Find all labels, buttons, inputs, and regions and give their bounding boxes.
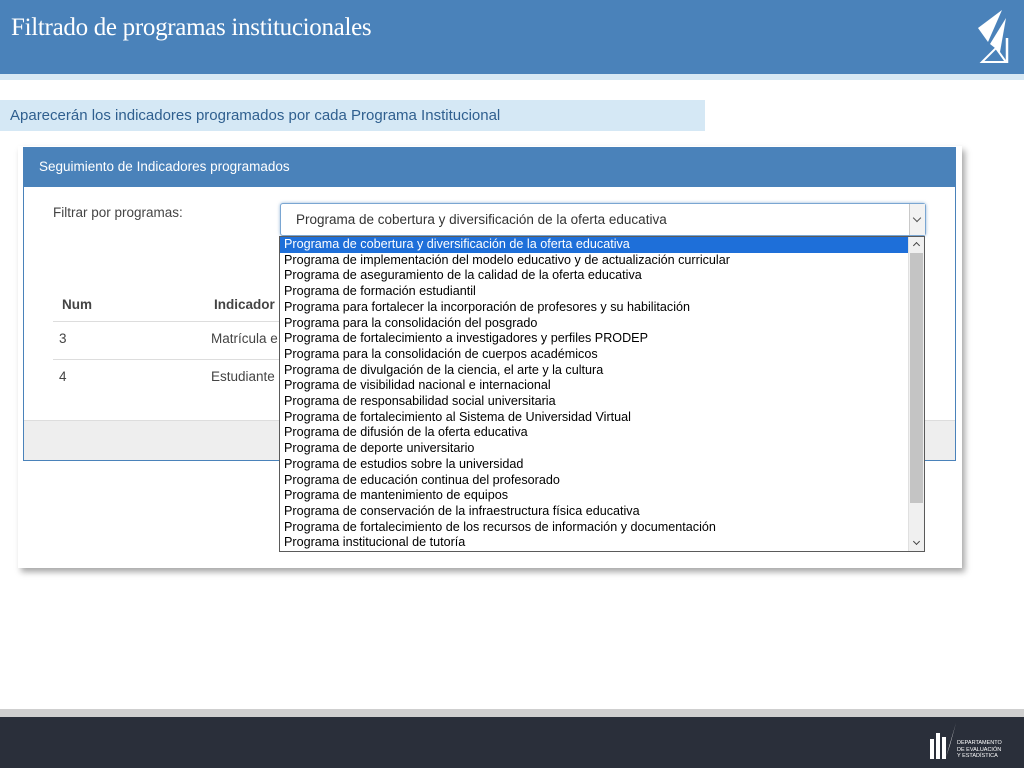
header-stripe — [0, 74, 1024, 80]
program-dropdown-list[interactable]: Programa de cobertura y diversificación … — [279, 236, 925, 552]
table-cell-num: 4 — [59, 369, 67, 384]
program-select-value: Programa de cobertura y diversificación … — [296, 212, 667, 227]
dropdown-option[interactable]: Programa para fortalecer la incorporació… — [280, 300, 908, 316]
slide-header: Filtrado de programas institucionales — [0, 0, 1024, 74]
department-name: DEPARTAMENTO DE EVALUACIÓN Y ESTADÍSTICA — [957, 740, 1002, 759]
slide-footer — [0, 717, 1024, 768]
dropdown-option[interactable]: Programa de aseguramiento de la calidad … — [280, 268, 908, 284]
table-cell-num: 3 — [59, 331, 67, 346]
panel-header: Seguimiento de Indicadores programados — [24, 148, 955, 187]
column-header-num: Num — [62, 297, 92, 312]
filter-label: Filtrar por programas: — [53, 205, 183, 220]
dropdown-option[interactable]: Programa de deporte universitario — [280, 441, 908, 457]
panel-title: Seguimiento de Indicadores programados — [39, 159, 290, 174]
table-cell-indicador: Matrícula e — [211, 331, 278, 346]
dropdown-option[interactable]: Programa de cobertura y diversificación … — [280, 237, 908, 253]
info-banner: Aparecerán los indicadores programados p… — [0, 100, 705, 131]
university-logo-icon — [978, 10, 1009, 63]
dropdown-option[interactable]: Programa de educación continua del profe… — [280, 473, 908, 489]
dropdown-option[interactable]: Programa de visibilidad nacional e inter… — [280, 378, 908, 394]
info-banner-text: Aparecerán los indicadores programados p… — [10, 107, 501, 124]
program-select[interactable]: Programa de cobertura y diversificación … — [280, 203, 926, 236]
department-logo-icon — [930, 723, 956, 759]
dropdown-option[interactable]: Programa de difusión de la oferta educat… — [280, 425, 908, 441]
dropdown-option[interactable]: Programa para la consolidación de cuerpo… — [280, 347, 908, 363]
table-cell-indicador: Estudiante — [211, 369, 275, 384]
dropdown-option[interactable]: Programa para la consolidación del posgr… — [280, 316, 908, 332]
footer-stripe — [0, 709, 1024, 717]
dropdown-option[interactable]: Programa de responsabilidad social unive… — [280, 394, 908, 410]
dropdown-option[interactable]: Programa de fortalecimiento al Sistema d… — [280, 410, 908, 426]
dropdown-option[interactable]: Programa de fortalecimiento de los recur… — [280, 520, 908, 536]
slide-title: Filtrado de programas institucionales — [11, 14, 372, 41]
dropdown-option[interactable]: Programa de mantenimiento de equipos — [280, 488, 908, 504]
scroll-down-icon[interactable] — [909, 536, 924, 551]
chevron-down-icon[interactable] — [909, 204, 925, 235]
scrollbar-thumb[interactable] — [910, 253, 923, 503]
column-header-indicador: Indicador — [214, 297, 275, 312]
dropdown-option[interactable]: Programa de estudios sobre la universida… — [280, 457, 908, 473]
dropdown-option[interactable]: Programa de conservación de la infraestr… — [280, 504, 908, 520]
dropdown-scrollbar[interactable] — [908, 237, 924, 551]
dropdown-option[interactable]: Programa de divulgación de la ciencia, e… — [280, 363, 908, 379]
dropdown-option[interactable]: Programa de implementación del modelo ed… — [280, 253, 908, 269]
dropdown-option[interactable]: Programa de fortalecimiento a investigad… — [280, 331, 908, 347]
dropdown-option[interactable]: Programa de formación estudiantil — [280, 284, 908, 300]
dropdown-option[interactable]: Programa institucional de tutoría — [280, 535, 908, 551]
scroll-up-icon[interactable] — [909, 237, 924, 252]
